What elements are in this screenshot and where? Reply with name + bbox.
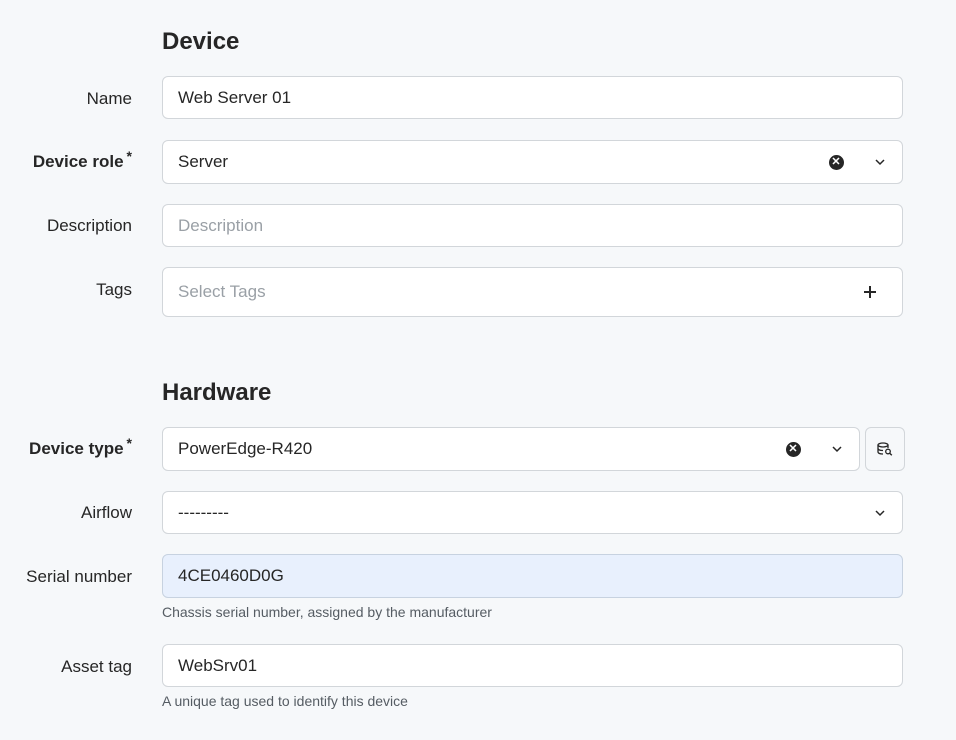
device-type-clear-button[interactable]: ✕	[771, 441, 815, 457]
section-title-hardware: Hardware	[162, 379, 272, 406]
device-role-clear-button[interactable]: ✕	[814, 154, 858, 170]
name-value: Web Server 01	[178, 87, 292, 107]
description-input[interactable]: Description	[162, 204, 903, 247]
serial-number-label: Serial number	[26, 567, 132, 586]
asset-tag-help: A unique tag used to identify this devic…	[162, 693, 408, 709]
device-role-label: Device role *	[32, 148, 132, 171]
name-input[interactable]: Web Server 01	[162, 76, 903, 119]
clear-x-icon: ✕	[785, 441, 801, 457]
airflow-label: Airflow	[80, 503, 132, 522]
name-label: Name	[86, 89, 132, 108]
device-type-label: Device type *	[29, 435, 132, 458]
description-label: Description	[46, 216, 132, 235]
airflow-dropdown-button[interactable]	[858, 508, 902, 518]
airflow-value: ---------	[178, 502, 229, 522]
device-role-select[interactable]: Server ✕	[162, 140, 903, 184]
asset-tag-value: WebSrv01	[178, 655, 258, 675]
chevron-down-icon	[875, 159, 885, 166]
tags-placeholder: Select Tags	[178, 282, 266, 301]
clear-x-icon: ✕	[828, 154, 844, 170]
device-type-select[interactable]: PowerEdge-R420 ✕	[162, 427, 860, 471]
tags-add-button[interactable]	[848, 286, 892, 298]
device-type-dropdown-button[interactable]	[815, 444, 859, 454]
description-placeholder: Description	[178, 215, 264, 235]
serial-number-value: 4CE0460D0G	[178, 566, 284, 585]
chevron-down-icon	[832, 446, 842, 453]
device-role-dropdown-button[interactable]	[858, 157, 902, 167]
airflow-select[interactable]: ---------	[162, 491, 903, 534]
asset-tag-input[interactable]: WebSrv01	[162, 644, 903, 687]
database-search-icon	[877, 442, 893, 456]
chevron-down-icon	[875, 509, 885, 516]
plus-icon	[864, 286, 876, 298]
asset-tag-label: Asset tag	[61, 657, 132, 676]
tags-select[interactable]: Select Tags	[162, 267, 903, 317]
section-title-device: Device	[162, 28, 240, 55]
tags-label: Tags	[96, 280, 132, 299]
device-role-value: Server	[178, 152, 229, 171]
device-type-selector-button[interactable]	[865, 427, 905, 471]
serial-number-help: Chassis serial number, assigned by the m…	[162, 604, 492, 620]
device-type-value: PowerEdge-R420	[178, 439, 313, 458]
serial-number-input[interactable]: 4CE0460D0G	[162, 554, 903, 598]
